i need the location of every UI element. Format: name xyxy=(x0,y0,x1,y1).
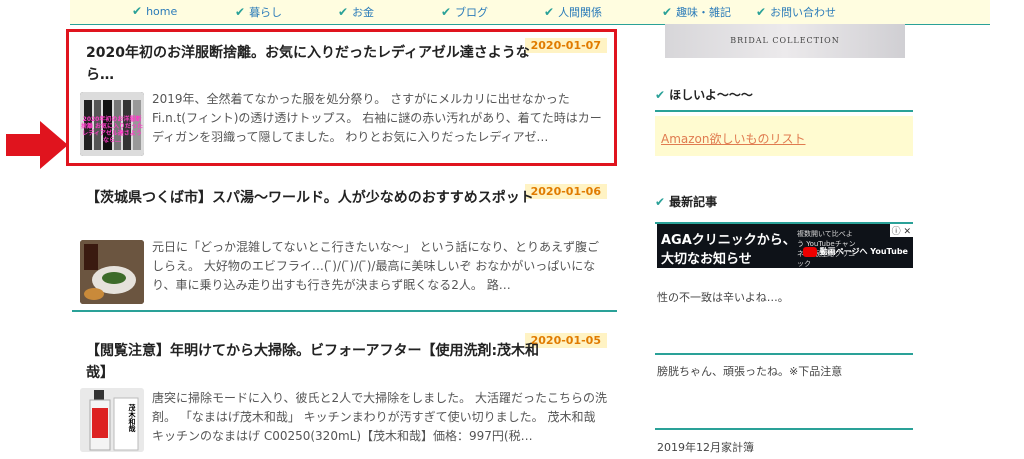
article-divider xyxy=(72,310,617,312)
nav-ningen-kankei[interactable]: ✔ 人間関係 xyxy=(544,4,602,20)
youtube-icon xyxy=(802,246,817,257)
nav-kurashi[interactable]: ✔ 暮らし xyxy=(235,4,282,20)
nav-okane[interactable]: ✔ お金 xyxy=(338,4,374,20)
post-divider xyxy=(655,353,913,355)
highlight-box xyxy=(66,29,617,166)
check-icon: ✔ xyxy=(655,194,666,209)
post-divider xyxy=(655,428,913,430)
nav-label: 暮らし xyxy=(249,6,283,19)
advertisement[interactable]: AGAクリニックから、 大切なお知らせ 複数開いて比べよう YouTubeチャン… xyxy=(657,224,913,268)
nav-label: home xyxy=(146,4,178,18)
nav-home[interactable]: ✔ home xyxy=(132,4,177,18)
bottle-label: 茂木和哉 xyxy=(128,404,136,432)
check-icon: ✔ xyxy=(235,5,246,19)
wishlist-heading: ✔ ほしいよ～～～ xyxy=(655,86,913,103)
latest-divider-wrap xyxy=(655,428,913,430)
nav-label: 趣味・雑記 xyxy=(676,6,732,19)
latest-post-link[interactable]: 2019年12月家計簿 xyxy=(657,439,754,455)
nav-blog[interactable]: ✔ ブログ xyxy=(441,4,488,20)
check-icon: ✔ xyxy=(756,5,767,19)
wishlist-widget: ✔ ほしいよ～～～ xyxy=(655,86,913,112)
ad-line2: 大切なお知らせ xyxy=(661,252,752,267)
article-excerpt: 唐突に掃除モードに入り、彼氏と2人で大掃除をしました。 大活躍だったこちらの洗剤… xyxy=(152,391,607,443)
latest-posts-widget: ✔ 最新記事 xyxy=(655,193,913,224)
amazon-wishlist-link[interactable]: Amazon欲しいものリスト xyxy=(661,130,806,147)
check-icon: ✔ xyxy=(544,5,555,19)
amazon-box: Amazon欲しいものリスト xyxy=(655,116,913,156)
check-icon: ✔ xyxy=(132,4,143,18)
article-thumbnail[interactable]: 茂木和哉 xyxy=(80,388,144,452)
article-card[interactable]: 2020-01-05 【閲覧注意】年明けてから大掃除。ビフォーアフター【使用洗剤… xyxy=(72,325,617,459)
heading-divider xyxy=(655,110,913,112)
nav-label: お問い合わせ xyxy=(770,6,837,19)
ad-close-icon[interactable]: ⓘ ✕ xyxy=(889,224,913,237)
youtube-badge: 動画ページへ YouTube xyxy=(802,246,908,257)
check-icon: ✔ xyxy=(338,5,349,19)
check-icon: ✔ xyxy=(441,5,452,19)
nav-contact[interactable]: ✔ お問い合わせ xyxy=(756,4,836,20)
ad-line1: AGAクリニックから、 xyxy=(661,233,796,248)
article-excerpt: 元日に「どっか混雑してないとこ行きたいな～」 という話になり、とりあえず腹ごしら… xyxy=(152,240,599,292)
nav-label: 人間関係 xyxy=(558,6,603,19)
red-arrow-icon xyxy=(6,121,68,169)
youtube-label: 動画ページへ YouTube xyxy=(819,247,908,256)
heading-text: ほしいよ～～～ xyxy=(669,88,753,102)
check-icon: ✔ xyxy=(662,5,673,19)
latest-post-link[interactable]: 性の不一致は辛いよね…。 xyxy=(657,289,789,305)
heading-text: 最新記事 xyxy=(669,195,718,209)
article-card[interactable]: 2020-01-06 【茨城県つくば市】スパ湯～ワールド。人が少なめのおすすめス… xyxy=(72,176,617,314)
nav-label: お金 xyxy=(352,6,375,19)
latest-divider-wrap xyxy=(655,353,913,355)
article-title[interactable]: 【茨城県つくば市】スパ湯～ワールド。人が少なめのおすすめスポット xyxy=(86,187,541,209)
article-title[interactable]: 【閲覧注意】年明けてから大掃除。ビフォーアフター【使用洗剤:茂木和哉】 xyxy=(86,340,541,384)
article-thumbnail[interactable] xyxy=(80,240,144,304)
sidebar-banner[interactable]: BRIDAL COLLECTION xyxy=(665,24,905,58)
nav-label: ブログ xyxy=(455,6,489,19)
nav-shumi[interactable]: ✔ 趣味・雑記 xyxy=(662,4,731,20)
food-photo-image xyxy=(80,240,144,304)
check-icon: ✔ xyxy=(655,87,666,102)
latest-post-link[interactable]: 膀胱ちゃん、頑張ったね。※下品注意 xyxy=(657,363,842,379)
top-nav: ✔ home ✔ 暮らし ✔ お金 ✔ ブログ ✔ 人間関係 ✔ 趣味・雑記 ✔ お問い合わせ xyxy=(70,0,990,24)
latest-heading: ✔ 最新記事 xyxy=(655,193,913,210)
